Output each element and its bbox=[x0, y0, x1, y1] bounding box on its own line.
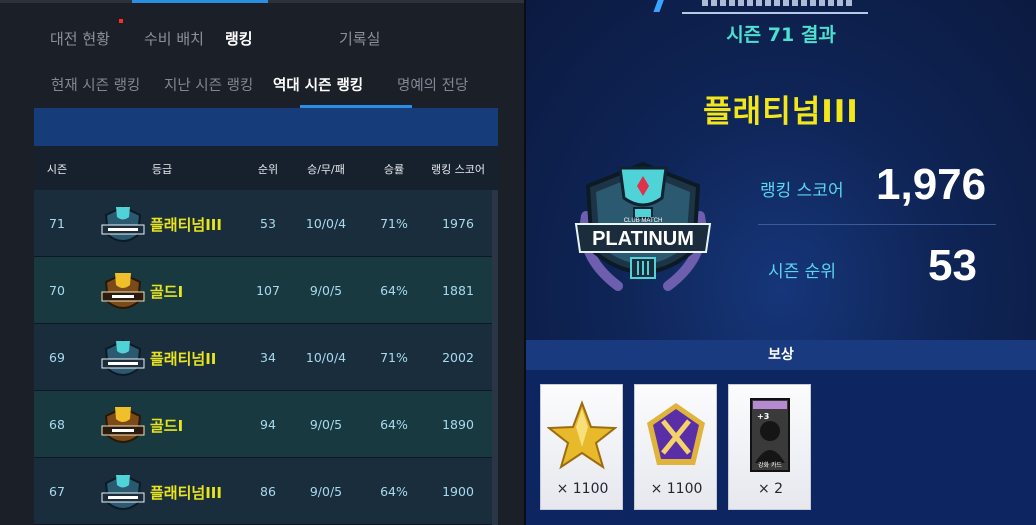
cell-score: 1976 bbox=[442, 216, 474, 231]
game-screen: 대전 현황 수비 배치 랭킹 기록실 현재 시즌 랭킹 지난 시즌 랭킹 역대 … bbox=[0, 0, 1036, 525]
ranking-panel: 대전 현황 수비 배치 랭킹 기록실 현재 시즌 랭킹 지난 시즌 랭킹 역대 … bbox=[0, 0, 524, 525]
cell-score: 1881 bbox=[442, 283, 474, 298]
cell-winrate: 64% bbox=[380, 417, 408, 432]
header-score: 랭킹 스코어 bbox=[430, 163, 486, 176]
reward-card-emblem[interactable]: × 1100 bbox=[634, 384, 717, 510]
subtab-all-seasons[interactable]: 역대 시즌 랭킹 bbox=[273, 74, 363, 95]
subtab-current-season[interactable]: 현재 시즌 랭킹 bbox=[51, 74, 140, 95]
score-value: 1,976 bbox=[876, 160, 987, 209]
table-row[interactable]: 68 94 9/0/5 64% 1890 골드I bbox=[34, 391, 498, 458]
cell-tier: 골드I bbox=[150, 283, 184, 301]
cell-record: 9/0/5 bbox=[309, 417, 343, 432]
header-tier: 등급 bbox=[151, 163, 173, 176]
header-season: 시즌 bbox=[46, 163, 68, 176]
cell-record: 9/0/5 bbox=[309, 283, 343, 298]
cell-tier: 플래티넘II bbox=[150, 350, 217, 368]
badge-text: PLATINUM bbox=[592, 228, 694, 250]
subtab-last-season[interactable]: 지난 시즌 랭킹 bbox=[164, 74, 253, 95]
score-label: 랭킹 스코어 bbox=[760, 181, 844, 201]
cell-tier: 플래티넘III bbox=[150, 216, 222, 234]
sub-tabs: 현재 시즌 랭킹 지난 시즌 랭킹 역대 시즌 랭킹 명예의 전당 bbox=[34, 62, 498, 108]
reward-card-enhance[interactable]: +3 강화 카드 × 2 bbox=[728, 384, 811, 510]
purple-emblem-icon bbox=[647, 403, 705, 465]
enhance-card-icon: +3 강화 카드 bbox=[750, 398, 790, 472]
tab-defense[interactable]: 수비 배치 bbox=[144, 28, 204, 49]
table-row[interactable]: 67 86 9/0/5 64% 1900 플래티넘III bbox=[34, 458, 498, 525]
platinum-badge-icon bbox=[100, 201, 146, 247]
cell-score: 1890 bbox=[442, 417, 474, 432]
cell-season: 71 bbox=[49, 216, 65, 231]
season-table: 71 53 10/0/4 71% 1976 플래티넘III 70 107 9/0/5 64% 188… bbox=[34, 190, 498, 525]
cell-winrate: 71% bbox=[380, 350, 408, 365]
season-result-title: 시즌 71 결과 bbox=[726, 24, 836, 46]
cell-season: 68 bbox=[49, 417, 65, 432]
rank-value: 53 bbox=[928, 241, 977, 290]
cell-record: 10/0/4 bbox=[305, 350, 347, 365]
table-banner bbox=[34, 108, 498, 146]
cell-tier: 플래티넘III bbox=[150, 484, 222, 502]
card-label: 강화 카드 bbox=[758, 461, 782, 469]
cell-winrate: 71% bbox=[380, 216, 408, 231]
cell-rank: 53 bbox=[260, 216, 276, 231]
reward-card-star[interactable]: × 1100 bbox=[540, 384, 623, 510]
header-rank: 순위 bbox=[257, 163, 279, 176]
table-row[interactable]: 69 34 10/0/4 71% 2002 플래티넘II bbox=[34, 324, 498, 391]
tier-title: 플래티넘III bbox=[703, 94, 859, 130]
tab-records[interactable]: 기록실 bbox=[339, 28, 380, 49]
card-plus: +3 bbox=[757, 412, 769, 421]
reward-qty: × 1100 bbox=[556, 481, 609, 497]
tab-ranking[interactable]: 랭킹 bbox=[225, 28, 253, 49]
cell-rank: 107 bbox=[256, 283, 280, 298]
top-decoration bbox=[682, 0, 868, 14]
subtab-hall-of-fame[interactable]: 명예의 전당 bbox=[397, 74, 468, 95]
cell-winrate: 64% bbox=[380, 484, 408, 499]
cell-rank: 94 bbox=[260, 417, 276, 432]
cell-score: 2002 bbox=[442, 350, 474, 365]
reward-header: 보상 bbox=[526, 340, 1036, 370]
cell-season: 67 bbox=[49, 484, 65, 499]
rank-label: 시즌 순위 bbox=[768, 262, 836, 282]
reward-qty: × 1100 bbox=[650, 481, 703, 497]
platinum-badge-icon: PLATINUM CLUB MATCH bbox=[574, 161, 712, 291]
gold-badge-icon bbox=[100, 402, 146, 448]
main-tabs: 대전 현황 수비 배치 랭킹 기록실 bbox=[34, 18, 498, 60]
table-row[interactable]: 71 53 10/0/4 71% 1976 플래티넘III bbox=[34, 190, 498, 257]
cell-score: 1900 bbox=[442, 484, 474, 499]
stat-divider bbox=[758, 224, 996, 225]
table-header: 시즌 등급 순위 승/무/패 승률 랭킹 스코어 bbox=[34, 146, 498, 190]
gold-badge-icon bbox=[100, 268, 146, 314]
notification-dot bbox=[119, 19, 123, 23]
scrollbar[interactable] bbox=[492, 190, 498, 525]
cell-record: 10/0/4 bbox=[305, 216, 347, 231]
cell-rank: 34 bbox=[260, 350, 276, 365]
cell-winrate: 64% bbox=[380, 283, 408, 298]
tab-battle-status[interactable]: 대전 현황 bbox=[50, 28, 110, 49]
cell-record: 9/0/5 bbox=[309, 484, 343, 499]
reward-qty: × 2 bbox=[757, 481, 784, 497]
gold-star-icon bbox=[547, 400, 617, 470]
reward-list: × 1100 × 1100 +3 강화 카드 × 2 bbox=[526, 370, 1036, 525]
top-indicator bbox=[0, 0, 524, 3]
badge-subtext: CLUB MATCH bbox=[624, 218, 663, 224]
cell-tier: 골드I bbox=[150, 417, 184, 435]
cell-season: 70 bbox=[49, 283, 65, 298]
season-result-panel: 시즌 71 결과 플래티넘III PLATINUM CLUB MATCH 랭킹 … bbox=[526, 0, 1036, 525]
header-record: 승/무/패 bbox=[307, 163, 345, 176]
cell-rank: 86 bbox=[260, 484, 276, 499]
platinum-badge-icon bbox=[100, 469, 146, 515]
table-row[interactable]: 70 107 9/0/5 64% 1881 골드I bbox=[34, 257, 498, 324]
reward-title: 보상 bbox=[768, 347, 794, 363]
platinum-badge-icon bbox=[100, 335, 146, 381]
top-accent bbox=[653, 0, 665, 12]
header-winrate: 승률 bbox=[383, 163, 405, 176]
cell-season: 69 bbox=[49, 350, 65, 365]
